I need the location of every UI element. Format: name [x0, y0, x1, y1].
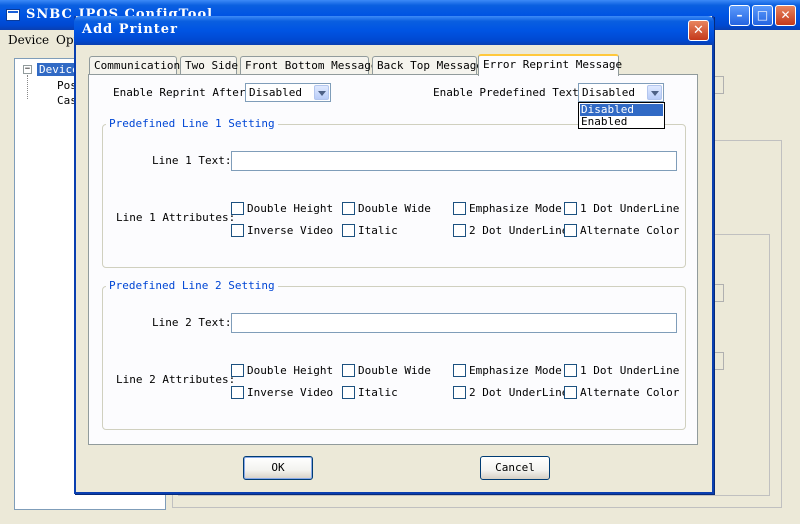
line1-double-height-label: Double Height: [247, 202, 334, 215]
ok-button[interactable]: OK: [243, 456, 313, 480]
enable-predefined-label: Enable Predefined Text:: [433, 86, 586, 99]
line2-double-height-label: Double Height: [247, 364, 334, 377]
line2-2dot-underline-label: 2 Dot UnderLine: [469, 386, 569, 399]
line1-emphasize-mode-label: Emphasize Mode: [469, 202, 562, 215]
chevron-down-icon[interactable]: [647, 85, 662, 100]
dropdown-option-enabled[interactable]: Enabled: [580, 116, 663, 128]
tab-two-side[interactable]: Two Side: [180, 56, 238, 75]
enable-reprint-value: Disabled: [249, 86, 302, 99]
line2-alternate-color-checkbox[interactable]: [564, 386, 577, 399]
line2-group-title: Predefined Line 2 Setting: [106, 279, 278, 292]
line2-italic-label: Italic: [358, 386, 398, 399]
maximize-icon[interactable]: □: [752, 5, 773, 26]
line1-2dot-underline-checkbox[interactable]: [453, 224, 466, 237]
line1-alternate-color-label: Alternate Color: [580, 224, 680, 237]
line2-italic-checkbox[interactable]: [342, 386, 355, 399]
line1-inverse-video-checkbox[interactable]: [231, 224, 244, 237]
line2-double-height-checkbox[interactable]: [231, 364, 244, 377]
line1-text-input[interactable]: [231, 151, 677, 171]
line1-1dot-underline-label: 1 Dot UnderLine: [580, 202, 680, 215]
line1-text-label: Line 1 Text:: [152, 154, 232, 167]
line2-2dot-underline-checkbox[interactable]: [453, 386, 466, 399]
minimize-icon[interactable]: –: [729, 5, 750, 26]
main-close-icon[interactable]: ✕: [775, 5, 796, 26]
line1-double-wide-checkbox[interactable]: [342, 202, 355, 215]
line2-attributes-label: Line 2 Attributes:: [116, 373, 236, 386]
line1-attributes-label: Line 1 Attributes:: [116, 211, 236, 224]
line2-double-wide-checkbox[interactable]: [342, 364, 355, 377]
line2-alternate-color-label: Alternate Color: [580, 386, 680, 399]
app-icon: [6, 9, 20, 21]
enable-predefined-value: Disabled: [582, 86, 635, 99]
line2-text-input[interactable]: [231, 313, 677, 333]
line2-inverse-video-label: Inverse Video: [247, 386, 334, 399]
line2-double-wide-label: Double Wide: [358, 364, 431, 377]
line1-1dot-underline-checkbox[interactable]: [564, 202, 577, 215]
line2-1dot-underline-checkbox[interactable]: [564, 364, 577, 377]
chevron-down-icon[interactable]: [314, 85, 329, 100]
cancel-button[interactable]: Cancel: [480, 456, 550, 480]
line2-emphasize-mode-checkbox[interactable]: [453, 364, 466, 377]
line1-settings-group: [102, 124, 686, 268]
line1-inverse-video-label: Inverse Video: [247, 224, 334, 237]
tab-back-top-message[interactable]: Back Top Message: [372, 56, 483, 75]
line1-2dot-underline-label: 2 Dot UnderLine: [469, 224, 569, 237]
dialog-titlebar[interactable]: Add Printer ✕: [74, 16, 714, 45]
tab-error-reprint-message[interactable]: Error Reprint Message: [478, 54, 622, 76]
predefined-dropdown-list[interactable]: Disabled Enabled: [578, 102, 665, 129]
line2-text-label: Line 2 Text:: [152, 316, 232, 329]
line1-double-wide-label: Double Wide: [358, 202, 431, 215]
collapse-icon[interactable]: −: [23, 65, 32, 74]
line2-inverse-video-checkbox[interactable]: [231, 386, 244, 399]
line1-italic-checkbox[interactable]: [342, 224, 355, 237]
line1-alternate-color-checkbox[interactable]: [564, 224, 577, 237]
line1-double-height-checkbox[interactable]: [231, 202, 244, 215]
enable-reprint-select[interactable]: Disabled: [245, 83, 331, 102]
tab-communication[interactable]: Communication: [89, 56, 180, 75]
menu-device[interactable]: Device: [8, 33, 49, 47]
line1-emphasize-mode-checkbox[interactable]: [453, 202, 466, 215]
line1-italic-label: Italic: [358, 224, 398, 237]
enable-reprint-label: Enable Reprint After:: [113, 86, 253, 99]
dialog-close-icon[interactable]: ✕: [688, 20, 709, 41]
line2-settings-group: [102, 286, 686, 430]
line1-group-title: Predefined Line 1 Setting: [106, 117, 278, 130]
line2-emphasize-mode-label: Emphasize Mode: [469, 364, 562, 377]
enable-predefined-select[interactable]: Disabled: [578, 83, 664, 102]
tab-front-bottom-message[interactable]: Front Bottom Message: [240, 56, 377, 75]
line2-1dot-underline-label: 1 Dot UnderLine: [580, 364, 680, 377]
dialog-title: Add Printer: [82, 22, 178, 37]
tree-connector: [27, 75, 28, 99]
